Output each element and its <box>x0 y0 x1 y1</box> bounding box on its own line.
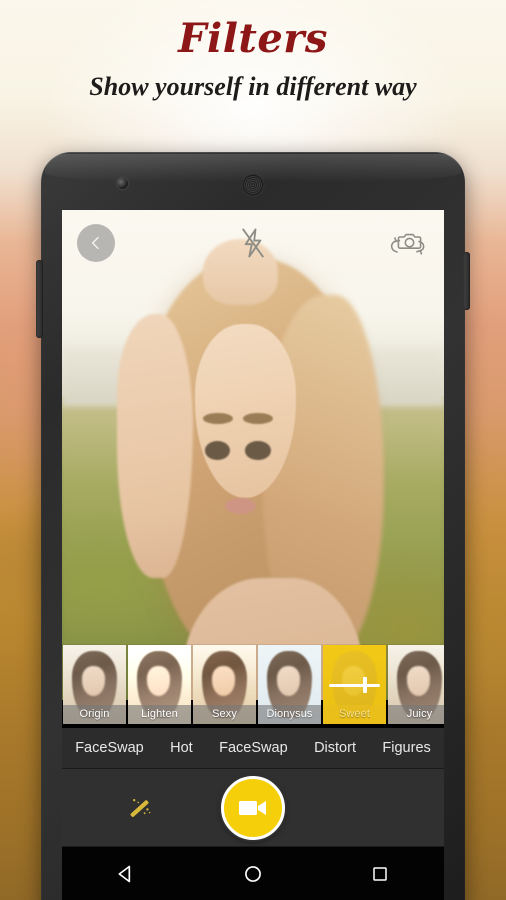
subject-brow-left <box>202 413 233 425</box>
android-home-icon <box>245 865 261 882</box>
filter-category-tabs: FaceSwap Hot FaceSwap Distort Figures <box>62 728 444 769</box>
filter-thumb-juicy[interactable]: Juicy <box>388 645 444 724</box>
filter-label: Lighten <box>128 705 191 724</box>
power-button[interactable] <box>463 252 470 310</box>
nav-home-button[interactable] <box>230 851 276 897</box>
volume-button[interactable] <box>36 260 43 338</box>
android-back-icon <box>118 865 130 882</box>
subject-eye-right <box>245 441 271 461</box>
subject-brow-right <box>242 413 274 425</box>
subject-arm <box>116 314 193 578</box>
filter-intensity-slider[interactable] <box>328 683 381 687</box>
magic-wand-icon <box>130 798 151 817</box>
filter-thumb-lighten[interactable]: Lighten <box>128 645 191 724</box>
earpiece-speaker-icon <box>242 174 264 196</box>
tab-distort[interactable]: Distort <box>312 740 358 756</box>
record-button[interactable] <box>221 775 285 840</box>
filter-label: Juicy <box>388 705 444 724</box>
tab-hot[interactable]: Hot <box>168 740 195 756</box>
flash-off-icon <box>242 228 264 258</box>
video-camera-icon <box>239 800 266 815</box>
filter-thumb-origin[interactable]: Origin <box>63 645 126 724</box>
camera-flip-button[interactable] <box>384 223 430 263</box>
camera-viewfinder[interactable] <box>62 210 444 700</box>
tab-figures[interactable]: Figures <box>380 740 432 756</box>
flash-toggle-button[interactable] <box>233 223 273 263</box>
effects-button[interactable] <box>120 788 160 828</box>
filter-thumb-dionysus[interactable]: Dionysus <box>258 645 321 724</box>
android-navigation-bar <box>62 847 444 900</box>
back-chevron-icon <box>91 236 99 250</box>
filter-label: Sweet <box>323 705 386 724</box>
promo-header: Filters Show yourself in different way <box>0 0 506 120</box>
front-camera-icon <box>117 178 128 189</box>
filter-label: Dionysus <box>258 705 321 724</box>
camera-top-bar <box>62 210 444 276</box>
viewfinder-subject <box>116 230 385 700</box>
phone-screen: Origin Lighten Sexy Dionysus Sweet Juicy… <box>62 210 444 900</box>
tab-faceswap-2[interactable]: FaceSwap <box>217 740 290 756</box>
camera-flip-icon <box>390 233 425 255</box>
filter-thumb-sexy[interactable]: Sexy <box>193 645 256 724</box>
phone-device-frame: Origin Lighten Sexy Dionysus Sweet Juicy… <box>36 152 470 900</box>
page-title: Filters <box>178 15 328 62</box>
page-subtitle: Show yourself in different way <box>89 72 417 101</box>
subject-lips <box>225 497 256 514</box>
filter-thumbnail-strip[interactable]: Origin Lighten Sexy Dionysus Sweet Juicy <box>62 645 444 728</box>
android-recents-icon <box>373 866 388 881</box>
filter-intensity-slider-handle[interactable] <box>363 676 368 693</box>
nav-recents-button[interactable] <box>357 851 403 897</box>
nav-back-button[interactable] <box>103 851 149 897</box>
back-button[interactable] <box>77 224 115 262</box>
camera-controls-bar <box>62 769 444 847</box>
filter-label: Origin <box>63 705 126 724</box>
filter-label: Sexy <box>193 705 256 724</box>
filter-thumb-sweet[interactable]: Sweet <box>323 645 386 724</box>
tab-faceswap-1[interactable]: FaceSwap <box>73 740 146 756</box>
